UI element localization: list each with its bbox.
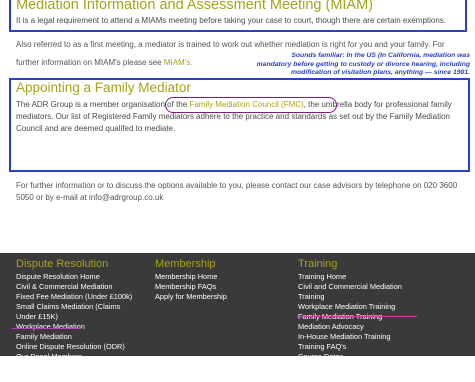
miam-info-paragraph: further information on MIAM's please see… — [16, 58, 192, 67]
footer-link[interactable]: Workplace Mediation — [16, 322, 132, 332]
footer-link[interactable]: Apply for Membership — [155, 292, 227, 302]
footer-link-family-mediation-training[interactable]: Family Mediation Training — [298, 312, 402, 322]
footer-heading-membership[interactable]: Membership — [155, 258, 227, 270]
footer-link[interactable]: Online Dispute Resolution (ODR) — [16, 342, 132, 352]
page: Mediation Information and Assessment Mee… — [0, 0, 475, 381]
family-mediation-training-underline — [297, 316, 417, 317]
footer-link[interactable]: Small Claims Mediation (Claims — [16, 302, 132, 312]
annotation-line-1: Sounds familiar: In the US (In Californi… — [291, 52, 470, 59]
footer-column-training: Training Training Home Civil and Commerc… — [298, 258, 402, 362]
footer-link[interactable]: Under £15K) — [16, 312, 132, 322]
footer-link[interactable]: Training Home — [298, 272, 402, 282]
footer-link-family-mediation[interactable]: Family Mediation — [16, 332, 132, 342]
fmc-highlight-oval — [165, 97, 337, 113]
footer-link[interactable]: Our Registered Members — [16, 362, 132, 372]
footer-link[interactable]: Membership Home — [155, 272, 227, 282]
miam-legal-text: It is a legal requirement to attend a MI… — [16, 16, 447, 25]
main-content: Mediation Information and Assessment Mee… — [0, 0, 475, 253]
mediator-text-before: The ADR Group is a member organisation o… — [16, 100, 188, 109]
family-mediation-underline — [12, 328, 82, 329]
first-meeting-paragraph: Also referred to as a first meeting, a m… — [16, 40, 445, 49]
footer-link[interactable]: Course Dates — [298, 352, 402, 362]
footer-heading-dispute[interactable]: Dispute Resolution — [16, 258, 132, 270]
contact-paragraph: For further information or to discuss th… — [16, 181, 458, 202]
footer-link[interactable]: Fixed Fee Mediation (Under £100k) — [16, 292, 132, 302]
footer-link[interactable]: Civil & Commercial Mediation — [16, 282, 132, 292]
footer-link[interactable]: Training FAQ's — [298, 342, 402, 352]
footer-heading-training[interactable]: Training — [298, 258, 402, 270]
footer-link[interactable]: Workplace Mediation Training — [298, 302, 402, 312]
mediator-heading: Appointing a Family Mediator — [16, 80, 191, 95]
miam-info-prefix: further information on MIAM's please see — [16, 58, 162, 67]
footer-column-dispute: Dispute Resolution Dispute Resolution Ho… — [16, 258, 132, 382]
annotation-line-2: mandatory before getting to custody or d… — [256, 60, 470, 68]
footer-link[interactable]: Civil and Commercial Mediation — [298, 282, 402, 292]
annotation-line-3: modification of visitation plans, anythi… — [290, 69, 470, 77]
footer-link[interactable]: Dispute Resolution Home — [16, 272, 132, 282]
footer-link[interactable]: Our Panel Members — [16, 352, 132, 362]
footer-link[interactable]: Training — [298, 292, 402, 302]
site-footer: Dispute Resolution Dispute Resolution Ho… — [0, 253, 475, 381]
footer-link[interactable]: Mediation Advocacy — [298, 322, 402, 332]
miam-heading: Mediation Information and Assessment Mee… — [16, 0, 374, 13]
footer-link[interactable]: Media Library — [16, 372, 132, 382]
annotation-note: Sounds familiar: In the US (In Californi… — [232, 52, 470, 78]
footer-link[interactable]: In-House Mediation Training — [298, 332, 402, 342]
miam-link[interactable]: MIAM's. — [164, 58, 193, 67]
footer-link[interactable]: Membership FAQs — [155, 282, 227, 292]
footer-column-membership: Membership Membership Home Membership FA… — [155, 258, 227, 302]
